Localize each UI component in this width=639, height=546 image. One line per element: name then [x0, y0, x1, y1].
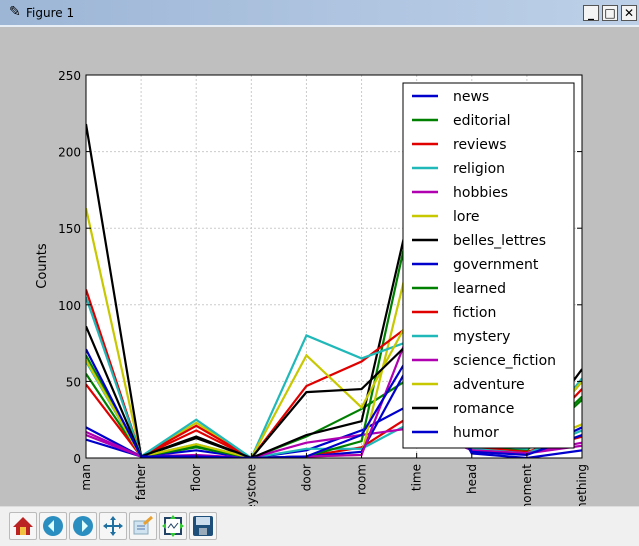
back-button[interactable]	[39, 512, 67, 540]
title-bar: ✎ Figure 1 _ □ ✕	[0, 0, 639, 27]
forward-arrow-icon	[73, 516, 93, 536]
legend-label: hobbies	[453, 185, 508, 201]
zoom-rect-icon	[162, 515, 184, 537]
move-arrows-icon	[103, 516, 123, 536]
legend-label: romance	[453, 401, 514, 417]
save-button[interactable]	[189, 512, 217, 540]
y-tick-label: 150	[58, 222, 81, 236]
legend-label: science_fiction	[453, 353, 556, 369]
y-axis-label: Counts	[35, 243, 50, 289]
legend-label: mystery	[453, 329, 510, 345]
legend-label: learned	[453, 281, 506, 297]
x-tick-label: moment	[520, 464, 534, 506]
configure-subplots-button[interactable]	[129, 512, 157, 540]
legend-label: adventure	[453, 377, 525, 393]
x-tick-label: father	[134, 464, 148, 500]
maximize-button[interactable]: □	[602, 5, 618, 21]
close-button[interactable]: ✕	[621, 5, 637, 21]
y-tick-label: 50	[66, 375, 81, 389]
floppy-disk-icon	[193, 516, 213, 536]
legend-label: lore	[453, 209, 480, 225]
y-tick-label: 100	[58, 299, 81, 313]
legend-label: editorial	[453, 113, 511, 129]
zoom-to-rect-button[interactable]	[159, 512, 187, 540]
x-tick-label: door	[299, 464, 313, 491]
x-tick-label: man	[79, 464, 93, 491]
legend-label: fiction	[453, 305, 496, 321]
y-tick-label: 250	[58, 69, 81, 83]
legend-label: government	[453, 257, 539, 273]
legend-label: news	[453, 89, 489, 105]
line-chart: man father floor keystone door room time head mo…	[35, 69, 589, 506]
minimize-button[interactable]: _	[583, 5, 599, 21]
x-tick-label: keystone	[244, 464, 258, 506]
x-tick-label: head	[465, 464, 479, 494]
x-tick-label: room	[355, 464, 369, 495]
y-tick-label: 200	[58, 146, 81, 160]
navigation-toolbar	[0, 506, 639, 546]
figure-canvas: man father floor keystone door room time head mo…	[0, 29, 639, 506]
window-title: Figure 1	[26, 6, 75, 20]
x-tick-label: something	[575, 464, 589, 506]
back-arrow-icon	[43, 516, 63, 536]
legend-label: reviews	[453, 137, 507, 153]
x-tick-label: floor	[189, 464, 203, 491]
legend-label: humor	[453, 425, 499, 441]
forward-button[interactable]	[69, 512, 97, 540]
home-icon	[13, 517, 33, 535]
legend-label: belles_lettres	[453, 233, 546, 249]
subplots-icon	[133, 515, 153, 535]
legend-label: religion	[453, 161, 505, 177]
y-tick-label: 0	[73, 452, 81, 466]
legend: news editorial reviews religion hobbies lore b…	[402, 82, 575, 449]
feather-icon: ✎	[9, 4, 21, 20]
home-button[interactable]	[9, 512, 37, 540]
x-tick-label: time	[410, 464, 424, 491]
pan-button[interactable]	[99, 512, 127, 540]
